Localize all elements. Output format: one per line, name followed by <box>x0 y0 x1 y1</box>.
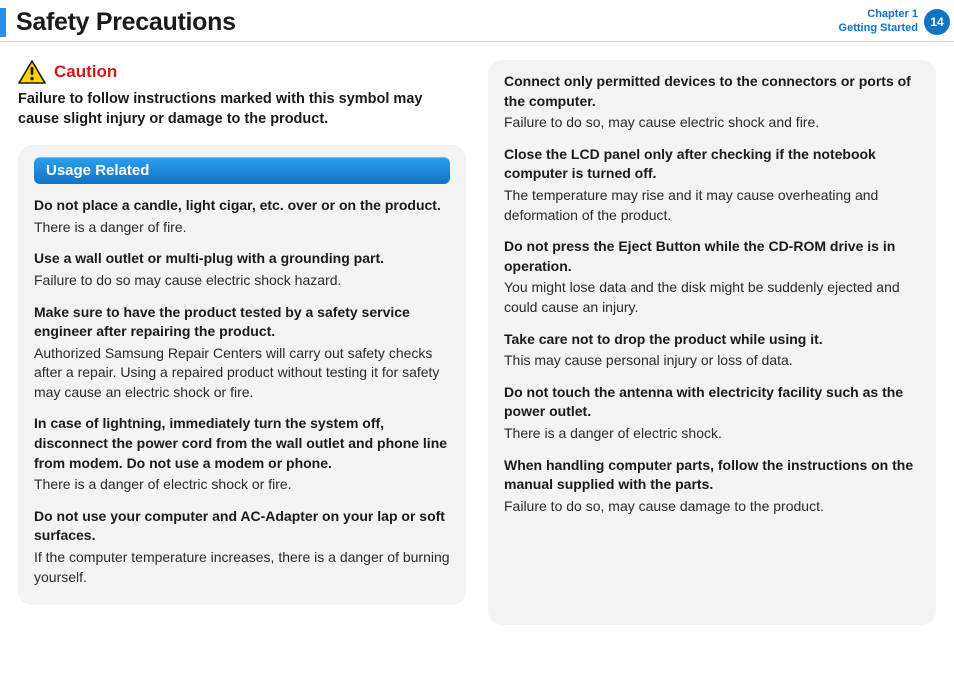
item-heading: Use a wall outlet or multi-plug with a g… <box>34 249 450 269</box>
item-heading: Do not use your computer and AC-Adapter … <box>34 507 450 546</box>
item-heading: Connect only permitted devices to the co… <box>504 72 920 111</box>
page-title: Safety Precautions <box>16 8 236 37</box>
list-item: In case of lightning, immediately turn t… <box>34 414 450 494</box>
section-title: Usage Related <box>46 162 149 179</box>
header-divider <box>0 41 954 42</box>
item-body: You might lose data and the disk might b… <box>504 278 920 317</box>
warning-icon <box>18 60 46 84</box>
item-body: There is a danger of electric shock or f… <box>34 475 450 495</box>
item-body: There is a danger of fire. <box>34 218 450 238</box>
caution-label: Caution <box>54 62 117 82</box>
item-body: This may cause personal injury or loss o… <box>504 351 920 371</box>
item-body: If the computer temperature increases, t… <box>34 548 450 587</box>
section-title-pill: Usage Related <box>34 157 450 184</box>
chapter-line-2: Getting Started <box>839 22 918 36</box>
content-columns: Caution Failure to follow instructions m… <box>0 60 954 625</box>
page-number-badge: 14 <box>924 9 950 35</box>
usage-card-right: Connect only permitted devices to the co… <box>488 60 936 625</box>
item-heading: Close the LCD panel only after checking … <box>504 145 920 184</box>
list-item: Do not touch the antenna with electricit… <box>504 383 920 444</box>
item-heading: Make sure to have the product tested by … <box>34 303 450 342</box>
list-item: Make sure to have the product tested by … <box>34 303 450 403</box>
item-heading: Do not place a candle, light cigar, etc.… <box>34 196 450 216</box>
item-body: Failure to do so, may cause damage to th… <box>504 497 920 517</box>
list-item: Connect only permitted devices to the co… <box>504 72 920 133</box>
list-item: Use a wall outlet or multi-plug with a g… <box>34 249 450 290</box>
page-number: 14 <box>930 15 943 29</box>
list-item: Do not place a candle, light cigar, etc.… <box>34 196 450 237</box>
item-heading: In case of lightning, immediately turn t… <box>34 414 450 473</box>
item-body: Authorized Samsung Repair Centers will c… <box>34 344 450 403</box>
list-item: Do not use your computer and AC-Adapter … <box>34 507 450 587</box>
item-body: Failure to do so, may cause electric sho… <box>504 113 920 133</box>
caution-text: Failure to follow instructions marked wi… <box>18 90 466 129</box>
list-item: Take care not to drop the product while … <box>504 330 920 371</box>
item-body: The temperature may rise and it may caus… <box>504 186 920 225</box>
item-heading: Do not touch the antenna with electricit… <box>504 383 920 422</box>
title-accent-bar <box>0 8 6 37</box>
chapter-info: Chapter 1 Getting Started <box>839 8 918 36</box>
header-right: Chapter 1 Getting Started 14 <box>839 8 954 36</box>
list-item: Close the LCD panel only after checking … <box>504 145 920 225</box>
left-column: Caution Failure to follow instructions m… <box>18 60 466 625</box>
right-column: Connect only permitted devices to the co… <box>488 60 936 625</box>
item-heading: When handling computer parts, follow the… <box>504 456 920 495</box>
chapter-line-1: Chapter 1 <box>839 8 918 22</box>
caution-row: Caution <box>18 60 466 84</box>
item-body: Failure to do so may cause electric shoc… <box>34 271 450 291</box>
list-item: Do not press the Eject Button while the … <box>504 237 920 317</box>
usage-card-left: Usage Related Do not place a candle, lig… <box>18 145 466 605</box>
title-wrap: Safety Precautions <box>0 8 236 37</box>
page-header: Safety Precautions Chapter 1 Getting Sta… <box>0 0 954 41</box>
item-heading: Take care not to drop the product while … <box>504 330 920 350</box>
list-item: When handling computer parts, follow the… <box>504 456 920 517</box>
item-heading: Do not press the Eject Button while the … <box>504 237 920 276</box>
item-body: There is a danger of electric shock. <box>504 424 920 444</box>
